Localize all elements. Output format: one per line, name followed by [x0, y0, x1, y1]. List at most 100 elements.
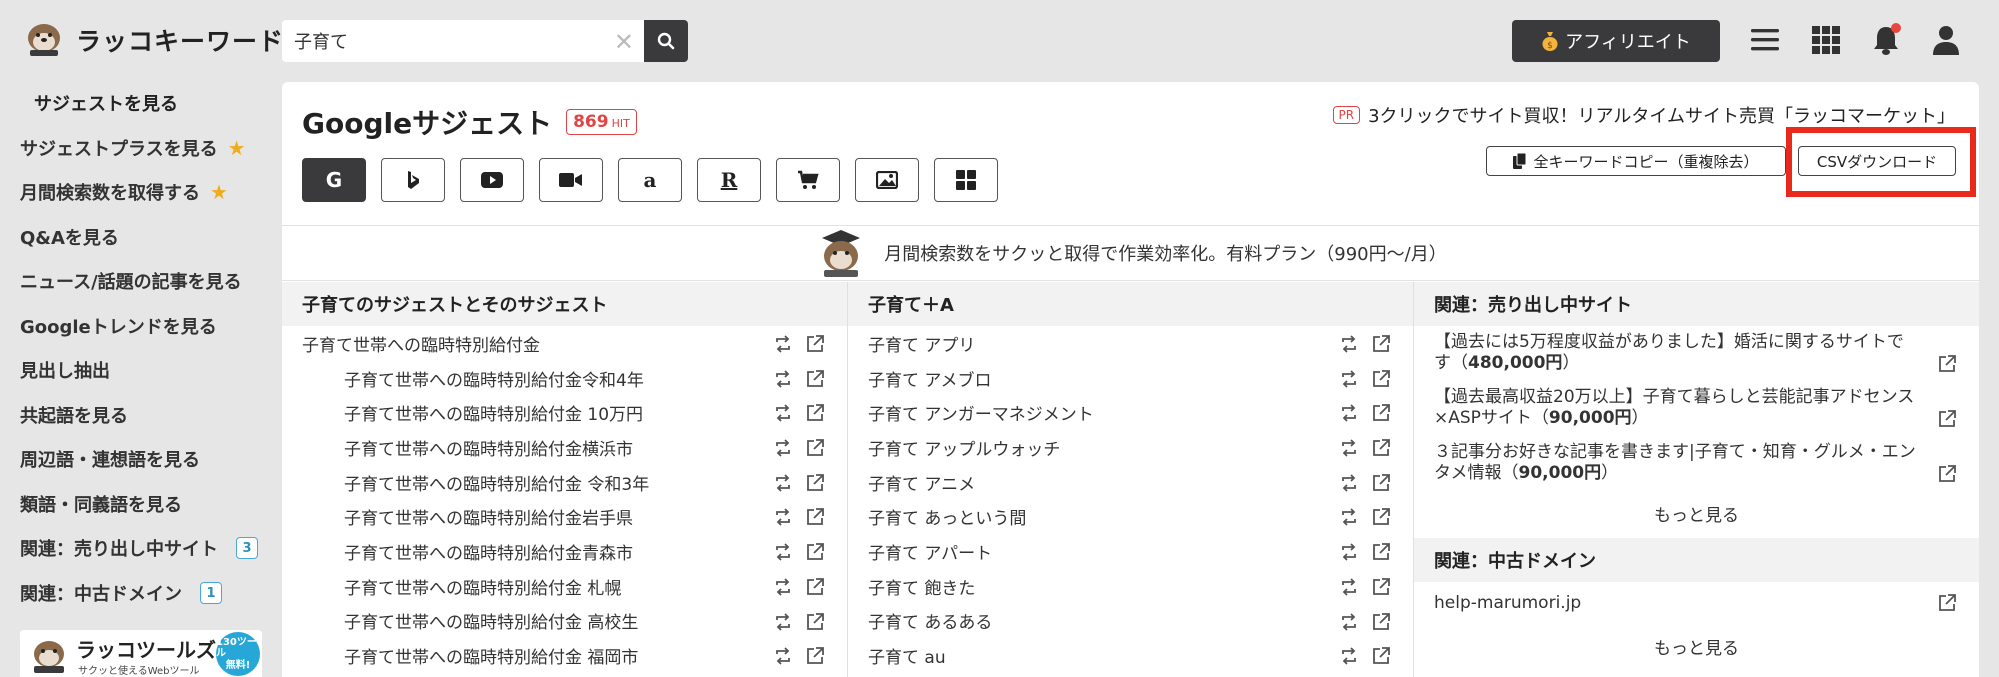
site-for-sale-item[interactable]: 【過去には5万程度収益がありました】婚活に関するサイトです（480,000円）	[1414, 326, 1979, 381]
repeat-icon[interactable]	[1339, 612, 1359, 632]
bell-icon[interactable]	[1868, 22, 1904, 58]
keyword-row[interactable]: 子育て アプリ	[848, 326, 1413, 361]
engine-youtube-tab[interactable]	[460, 158, 524, 202]
keyword-row[interactable]: 子育て世帯への臨時特別給付金 高校生	[282, 604, 847, 639]
external-link-icon[interactable]	[805, 507, 825, 527]
repeat-icon[interactable]	[773, 403, 793, 423]
external-link-icon[interactable]	[805, 646, 825, 666]
sidebar-item-cooccurrence[interactable]: 共起語を見る	[20, 402, 128, 428]
external-link-icon[interactable]	[805, 403, 825, 423]
repeat-icon[interactable]	[773, 473, 793, 493]
keyword-row[interactable]: 子育て世帯への臨時特別給付金令和4年	[282, 361, 847, 396]
menu-icon[interactable]	[1747, 22, 1783, 58]
engine-bing-tab[interactable]	[381, 158, 445, 202]
sidebar-item-headings[interactable]: 見出し抽出	[20, 357, 110, 383]
apps-grid-icon[interactable]	[1808, 22, 1844, 58]
external-link-icon[interactable]	[1371, 646, 1391, 666]
pr-link[interactable]: PR 3クリックでサイト買収！リアルタイムサイト売買「ラッコマーケット」	[1332, 102, 1955, 128]
sidebar-item-qa[interactable]: Q&Aを見る	[20, 224, 119, 250]
keyword-text[interactable]: 子育て世帯への臨時特別給付金 福岡市	[344, 643, 638, 668]
engine-google-tab[interactable]: G	[302, 158, 366, 202]
external-link-icon[interactable]	[1937, 593, 1957, 613]
repeat-icon[interactable]	[1339, 473, 1359, 493]
keyword-row[interactable]: 子育て au	[848, 638, 1413, 673]
keyword-text[interactable]: 子育て アプリ	[868, 331, 975, 356]
external-link-icon[interactable]	[805, 577, 825, 597]
keyword-text[interactable]: 子育て あるある	[868, 608, 992, 633]
sidebar-item-monthly-volume[interactable]: 月間検索数を取得する ★	[20, 179, 228, 205]
site-for-sale-item[interactable]: 【過去最高収益20万以上】子育て暮らしと芸能記事アドセンス×ASPサイト（90,…	[1414, 381, 1979, 436]
keyword-text[interactable]: 子育て アメブロ	[868, 366, 992, 391]
sidebar-item-suggest[interactable]: サジェストを見る	[34, 90, 178, 116]
sidebar-item-associations[interactable]: 周辺語・連想語を見る	[20, 446, 200, 472]
external-link-icon[interactable]	[1371, 473, 1391, 493]
external-link-icon[interactable]	[1371, 438, 1391, 458]
keyword-text[interactable]: 子育て世帯への臨時特別給付金 札幌	[344, 574, 621, 599]
external-link-icon[interactable]	[805, 612, 825, 632]
search-input[interactable]	[294, 30, 594, 52]
rakko-tools-banner[interactable]: ラッコツールズ サクッと使えるWebツール 130ツール 無料!	[20, 630, 262, 677]
keyword-text[interactable]: 子育て世帯への臨時特別給付金青森市	[344, 539, 633, 564]
external-link-icon[interactable]	[805, 473, 825, 493]
repeat-icon[interactable]	[1339, 646, 1359, 666]
keyword-row[interactable]: 子育て世帯への臨時特別給付金岩手県	[282, 499, 847, 534]
site-for-sale-item[interactable]: ３記事分お好きな記事を書きます|子育て・知育・グルメ・エンタメ情報（90,000…	[1414, 436, 1979, 491]
keyword-row[interactable]: 子育て世帯への臨時特別給付金 令和3年	[282, 465, 847, 500]
keyword-row[interactable]: 子育て世帯への臨時特別給付金横浜市	[282, 430, 847, 465]
sidebar-item-sites-for-sale[interactable]: 関連：売り出し中サイト 3	[20, 535, 258, 561]
keyword-text[interactable]: 子育て アンガーマネジメント	[868, 400, 1094, 425]
keyword-row[interactable]: 子育て 飽きた	[848, 569, 1413, 604]
logo[interactable]: ラッコキーワード	[20, 18, 284, 62]
keyword-text[interactable]: 子育て 飽きた	[868, 574, 975, 599]
engine-video-tab[interactable]	[539, 158, 603, 202]
repeat-icon[interactable]	[1339, 577, 1359, 597]
keyword-text[interactable]: 子育て au	[868, 643, 946, 668]
keyword-row[interactable]: 子育て アメブロ	[848, 361, 1413, 396]
keyword-row[interactable]: 子育て世帯への臨時特別給付金 10万円	[282, 395, 847, 430]
keyword-text[interactable]: 子育て あっという間	[868, 504, 1026, 529]
keyword-row[interactable]: 子育て アンガーマネジメント	[848, 395, 1413, 430]
engine-amazon-tab[interactable]: a	[618, 158, 682, 202]
repeat-icon[interactable]	[1339, 438, 1359, 458]
search-box[interactable]: ✕	[282, 20, 644, 62]
keyword-row[interactable]: 子育て アパート	[848, 534, 1413, 569]
keyword-text[interactable]: 子育て世帯への臨時特別給付金 高校生	[344, 608, 638, 633]
keyword-text[interactable]: 子育て世帯への臨時特別給付金岩手県	[344, 504, 633, 529]
repeat-icon[interactable]	[1339, 542, 1359, 562]
repeat-icon[interactable]	[773, 646, 793, 666]
repeat-icon[interactable]	[1339, 334, 1359, 354]
external-link-icon[interactable]	[1937, 409, 1957, 429]
external-link-icon[interactable]	[1371, 334, 1391, 354]
repeat-icon[interactable]	[773, 507, 793, 527]
repeat-icon[interactable]	[773, 334, 793, 354]
affiliate-button[interactable]: $ アフィリエイト	[1512, 20, 1720, 62]
repeat-icon[interactable]	[773, 612, 793, 632]
more-domains-link[interactable]: もっと見る	[1414, 624, 1979, 668]
repeat-icon[interactable]	[1339, 369, 1359, 389]
domain-item[interactable]: help-marumori.jp	[1414, 582, 1979, 624]
external-link-icon[interactable]	[805, 438, 825, 458]
engine-image-tab[interactable]	[855, 158, 919, 202]
keyword-text[interactable]: 子育て世帯への臨時特別給付金	[302, 331, 540, 356]
keyword-row[interactable]: 子育て世帯への臨時特別給付金 福岡市	[282, 638, 847, 673]
copy-all-keywords-button[interactable]: 全キーワードコピー（重複除去）	[1486, 146, 1786, 176]
sidebar-item-trends[interactable]: Googleトレンドを見る	[20, 313, 217, 339]
external-link-icon[interactable]	[1371, 403, 1391, 423]
external-link-icon[interactable]	[1371, 577, 1391, 597]
clear-icon[interactable]: ✕	[614, 28, 634, 56]
engine-shopping-tab[interactable]	[776, 158, 840, 202]
keyword-row[interactable]: 子育て世帯への臨時特別給付金	[282, 326, 847, 361]
repeat-icon[interactable]	[1339, 507, 1359, 527]
external-link-icon[interactable]	[805, 369, 825, 389]
repeat-icon[interactable]	[773, 438, 793, 458]
search-button[interactable]	[644, 20, 688, 62]
engine-windows-tab[interactable]	[934, 158, 998, 202]
keyword-row[interactable]: 子育て あるある	[848, 604, 1413, 639]
keyword-text[interactable]: 子育て世帯への臨時特別給付金 10万円	[344, 400, 643, 425]
keyword-row[interactable]: 子育て あっという間	[848, 499, 1413, 534]
external-link-icon[interactable]	[1937, 464, 1957, 484]
external-link-icon[interactable]	[1371, 369, 1391, 389]
external-link-icon[interactable]	[1371, 542, 1391, 562]
external-link-icon[interactable]	[1371, 507, 1391, 527]
repeat-icon[interactable]	[773, 542, 793, 562]
